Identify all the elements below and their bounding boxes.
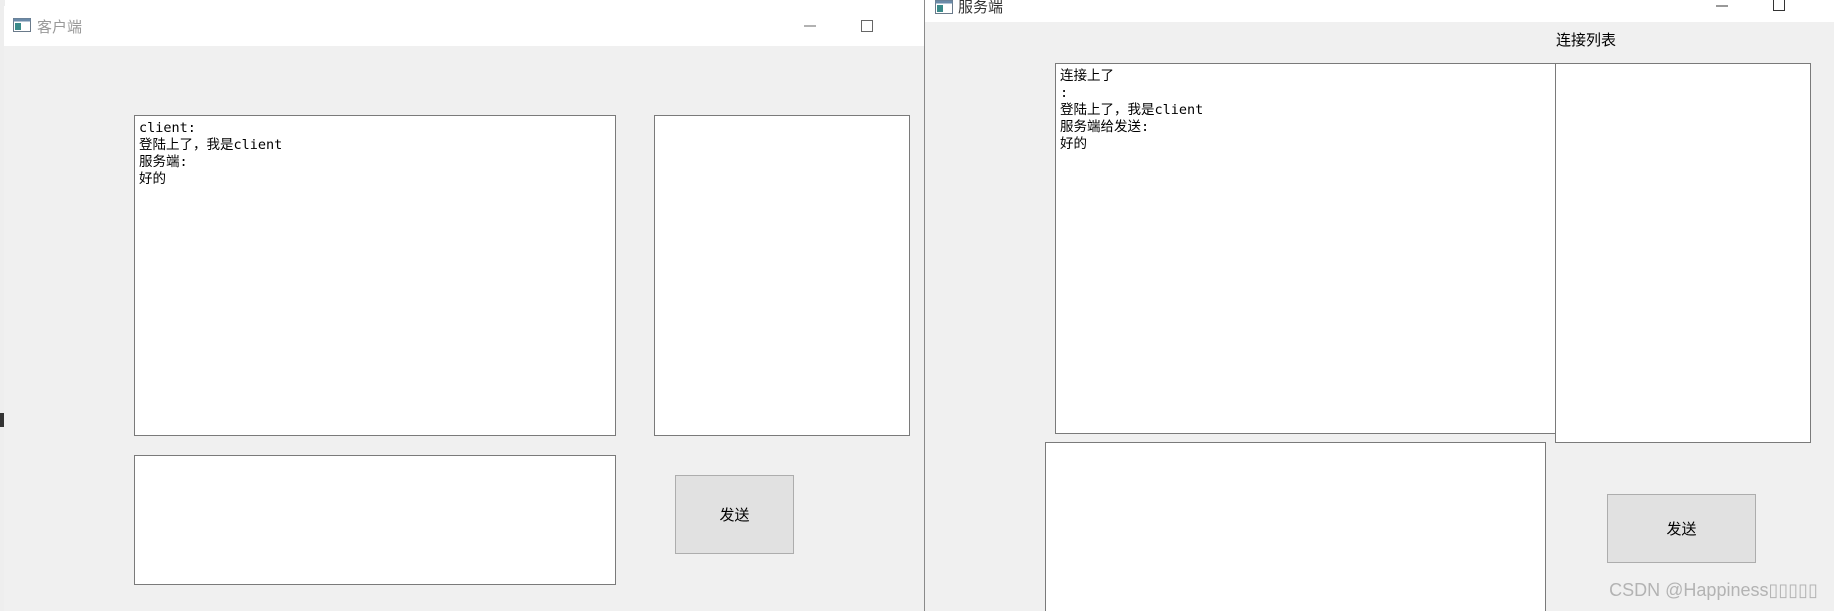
maximize-icon[interactable] [1764, 0, 1794, 16]
client-window: 客户端 client: 登陆上了，我是client 服务端: 好的 发送 [4, 6, 924, 611]
client-side-list[interactable] [654, 115, 910, 436]
minimize-icon[interactable] [1707, 0, 1737, 17]
connection-list-label: 连接列表 [1556, 31, 1617, 49]
app-window-icon [13, 18, 31, 32]
connection-list[interactable] [1555, 63, 1811, 443]
client-message-input[interactable] [134, 455, 616, 585]
maximize-icon[interactable] [852, 15, 882, 37]
server-send-button[interactable]: 发送 [1607, 494, 1756, 563]
client-title-bar[interactable]: 客户端 [4, 6, 924, 46]
server-chat-log[interactable]: 连接上了 : 登陆上了，我是client 服务端给发送: 好的 [1055, 63, 1556, 434]
watermark-text: CSDN @Happiness▯▯▯▯▯ [1609, 580, 1818, 600]
minimize-icon[interactable] [795, 15, 825, 37]
client-chat-log-text: client: 登陆上了，我是client 服务端: 好的 [139, 120, 283, 187]
client-window-title: 客户端 [37, 18, 83, 36]
client-chat-log[interactable]: client: 登陆上了，我是client 服务端: 好的 [134, 115, 616, 436]
server-chat-log-text: 连接上了 : 登陆上了，我是client 服务端给发送: 好的 [1060, 68, 1204, 152]
server-window: 服务端 连接列表 连接上了 : 登陆上了，我是client 服务端给发送: 好的… [924, 0, 1834, 611]
app-window-icon [935, 0, 953, 14]
server-message-text [1046, 443, 1545, 451]
server-message-input[interactable] [1045, 442, 1546, 611]
server-title-bar[interactable]: 服务端 [925, 0, 1834, 22]
client-message-text [135, 456, 615, 464]
server-window-title: 服务端 [958, 0, 1004, 16]
client-send-button[interactable]: 发送 [675, 475, 794, 554]
